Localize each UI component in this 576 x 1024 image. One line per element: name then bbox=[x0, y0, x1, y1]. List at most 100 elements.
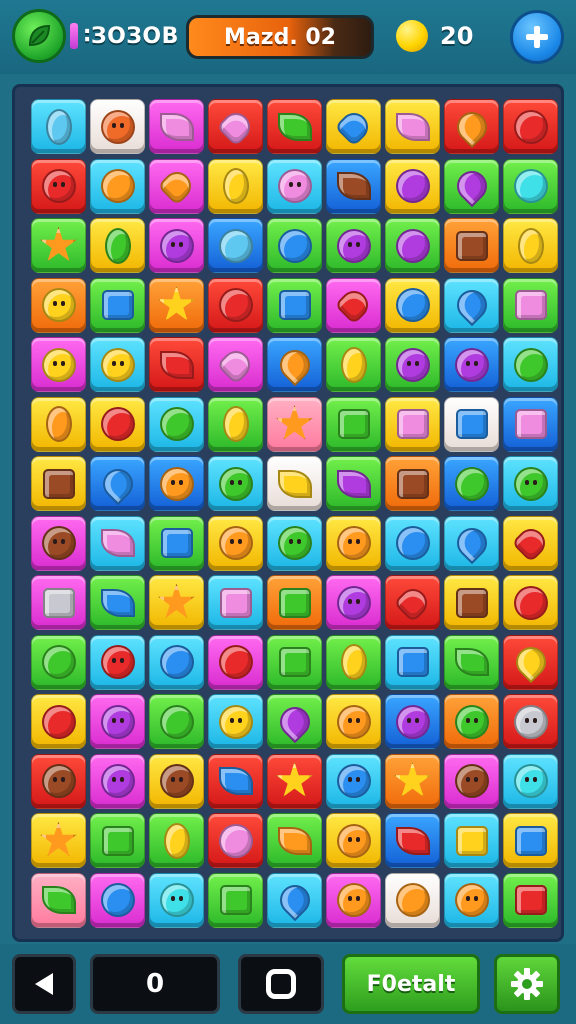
board-tile[interactable] bbox=[31, 813, 86, 868]
leaf-logo-icon[interactable] bbox=[12, 9, 66, 63]
board-tile[interactable] bbox=[149, 872, 204, 928]
board-tile[interactable] bbox=[90, 575, 145, 630]
board-tile[interactable] bbox=[385, 218, 440, 273]
board-tile[interactable] bbox=[444, 515, 499, 571]
action-button[interactable] bbox=[238, 954, 324, 1014]
board-tile[interactable] bbox=[90, 694, 145, 749]
board-tile[interactable] bbox=[503, 634, 558, 690]
board-tile[interactable] bbox=[31, 634, 86, 690]
board-tile[interactable] bbox=[326, 456, 381, 511]
board-tile[interactable] bbox=[444, 218, 499, 273]
board-tile[interactable] bbox=[503, 515, 558, 571]
board-tile[interactable] bbox=[149, 456, 204, 511]
board-tile[interactable] bbox=[267, 158, 322, 214]
board-tile[interactable] bbox=[444, 99, 499, 154]
board-tile[interactable] bbox=[385, 515, 440, 571]
board-tile[interactable] bbox=[149, 218, 204, 273]
board-tile[interactable] bbox=[385, 753, 440, 809]
board-tile[interactable] bbox=[503, 872, 558, 928]
board-tile[interactable] bbox=[149, 694, 204, 749]
board-tile[interactable] bbox=[31, 396, 86, 452]
board-tile[interactable] bbox=[208, 337, 263, 392]
board-tile[interactable] bbox=[385, 456, 440, 511]
board-tile[interactable] bbox=[385, 337, 440, 392]
board-tile[interactable] bbox=[267, 872, 322, 928]
board-tile[interactable] bbox=[267, 456, 322, 511]
board-tile[interactable] bbox=[326, 515, 381, 571]
board-tile[interactable] bbox=[444, 337, 499, 392]
board-tile[interactable] bbox=[208, 634, 263, 690]
board-tile[interactable] bbox=[385, 99, 440, 154]
board-tile[interactable] bbox=[90, 634, 145, 690]
board-tile[interactable] bbox=[149, 99, 204, 154]
board-tile[interactable] bbox=[208, 575, 263, 630]
board-tile[interactable] bbox=[208, 456, 263, 511]
board-tile[interactable] bbox=[31, 99, 86, 154]
board-tile[interactable] bbox=[267, 396, 322, 452]
board-tile[interactable] bbox=[385, 634, 440, 690]
board-tile[interactable] bbox=[503, 694, 558, 749]
board-tile[interactable] bbox=[208, 277, 263, 333]
board-tile[interactable] bbox=[90, 396, 145, 452]
board-tile[interactable] bbox=[444, 277, 499, 333]
board-tile[interactable] bbox=[267, 753, 322, 809]
board-tile[interactable] bbox=[90, 872, 145, 928]
board-tile[interactable] bbox=[31, 218, 86, 273]
board-tile[interactable] bbox=[326, 99, 381, 154]
board-tile[interactable] bbox=[149, 813, 204, 868]
board-tile[interactable] bbox=[503, 753, 558, 809]
board-tile[interactable] bbox=[503, 99, 558, 154]
settings-button[interactable] bbox=[494, 954, 560, 1014]
board-tile[interactable] bbox=[31, 575, 86, 630]
board-tile[interactable] bbox=[31, 337, 86, 392]
board-tile[interactable] bbox=[444, 634, 499, 690]
board-tile[interactable] bbox=[149, 337, 204, 392]
board-tile[interactable] bbox=[149, 575, 204, 630]
board-tile[interactable] bbox=[326, 753, 381, 809]
board-tile[interactable] bbox=[31, 515, 86, 571]
board-tile[interactable] bbox=[90, 456, 145, 511]
board-tile[interactable] bbox=[267, 99, 322, 154]
board-tile[interactable] bbox=[326, 813, 381, 868]
board-tile[interactable] bbox=[31, 456, 86, 511]
board-tile[interactable] bbox=[208, 158, 263, 214]
board-tile[interactable] bbox=[326, 158, 381, 214]
board-tile[interactable] bbox=[444, 872, 499, 928]
board-tile[interactable] bbox=[444, 813, 499, 868]
board-tile[interactable] bbox=[503, 337, 558, 392]
board-tile[interactable] bbox=[208, 694, 263, 749]
board-tile[interactable] bbox=[208, 872, 263, 928]
board-tile[interactable] bbox=[90, 158, 145, 214]
board-tile[interactable] bbox=[208, 515, 263, 571]
board-tile[interactable] bbox=[326, 218, 381, 273]
board-tile[interactable] bbox=[444, 456, 499, 511]
board-tile[interactable] bbox=[326, 277, 381, 333]
board-tile[interactable] bbox=[385, 575, 440, 630]
board-tile[interactable] bbox=[267, 694, 322, 749]
board-tile[interactable] bbox=[267, 634, 322, 690]
board-tile[interactable] bbox=[267, 337, 322, 392]
board-tile[interactable] bbox=[385, 694, 440, 749]
board-tile[interactable] bbox=[31, 158, 86, 214]
board-tile[interactable] bbox=[267, 218, 322, 273]
board-tile[interactable] bbox=[149, 753, 204, 809]
board-tile[interactable] bbox=[208, 218, 263, 273]
detail-button[interactable]: F0etalt bbox=[342, 954, 480, 1014]
board-tile[interactable] bbox=[444, 158, 499, 214]
board-tile[interactable] bbox=[267, 575, 322, 630]
board-tile[interactable] bbox=[503, 813, 558, 868]
board-tile[interactable] bbox=[444, 694, 499, 749]
board-tile[interactable] bbox=[90, 218, 145, 273]
board-tile[interactable] bbox=[90, 515, 145, 571]
board-tile[interactable] bbox=[31, 694, 86, 749]
board-tile[interactable] bbox=[149, 634, 204, 690]
board-tile[interactable] bbox=[90, 337, 145, 392]
board-tile[interactable] bbox=[444, 575, 499, 630]
board-tile[interactable] bbox=[90, 813, 145, 868]
board-tile[interactable] bbox=[149, 396, 204, 452]
board-tile[interactable] bbox=[267, 515, 322, 571]
board-tile[interactable] bbox=[444, 396, 499, 452]
board-tile[interactable] bbox=[503, 456, 558, 511]
board-tile[interactable] bbox=[326, 694, 381, 749]
board-tile[interactable] bbox=[326, 872, 381, 928]
